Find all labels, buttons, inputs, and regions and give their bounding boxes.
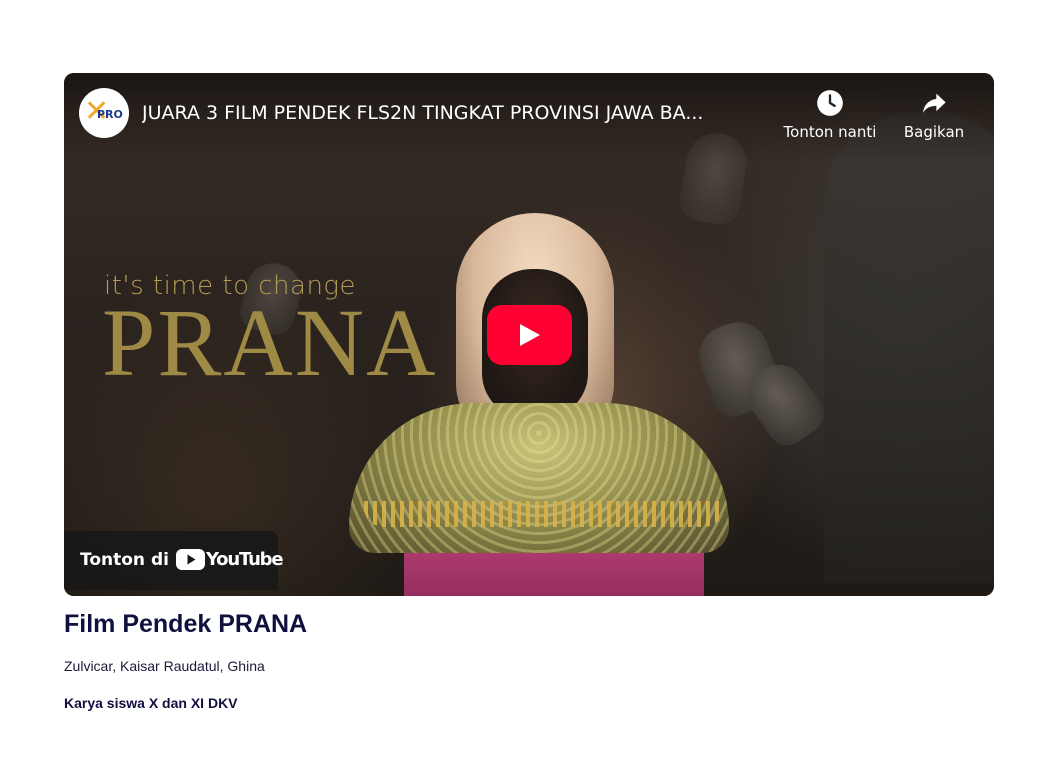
play-button[interactable] <box>487 305 572 365</box>
channel-avatar-text: PRO <box>97 108 123 121</box>
play-icon <box>520 324 540 346</box>
video-title-link[interactable]: JUARA 3 FILM PENDEK FLS2N TINGKAT PROVIN… <box>142 101 772 125</box>
youtube-embed-player[interactable]: it's time to change PRANA ✕ PRO JUARA 3 … <box>64 73 994 596</box>
film-subtitle: Karya siswa X dan XI DKV <box>64 695 238 711</box>
thumbnail-shadow-figure <box>824 113 994 583</box>
thumbnail-title: PRANA <box>102 289 438 396</box>
watch-on-youtube-button[interactable]: Tonton di YouTube <box>64 531 284 590</box>
watch-on-label: Tonton di <box>80 550 169 570</box>
channel-avatar[interactable]: ✕ PRO <box>79 88 129 138</box>
youtube-wordmark: YouTube <box>206 549 284 570</box>
watch-later-button[interactable]: Tonton nanti <box>780 89 880 141</box>
clock-icon <box>817 90 843 116</box>
thumbnail-fringe <box>364 501 724 527</box>
youtube-logo-icon <box>176 549 205 570</box>
thumbnail-collar <box>349 403 729 553</box>
watch-later-label: Tonton nanti <box>783 123 877 141</box>
film-credits: Zulvicar, Kaisar Raudatul, Ghina <box>64 658 265 674</box>
share-arrow-icon <box>922 93 946 113</box>
share-button[interactable]: Bagikan <box>898 89 970 141</box>
page: it's time to change PRANA ✕ PRO JUARA 3 … <box>0 0 1053 757</box>
share-label: Bagikan <box>903 123 965 141</box>
film-title: Film Pendek PRANA <box>64 610 308 638</box>
